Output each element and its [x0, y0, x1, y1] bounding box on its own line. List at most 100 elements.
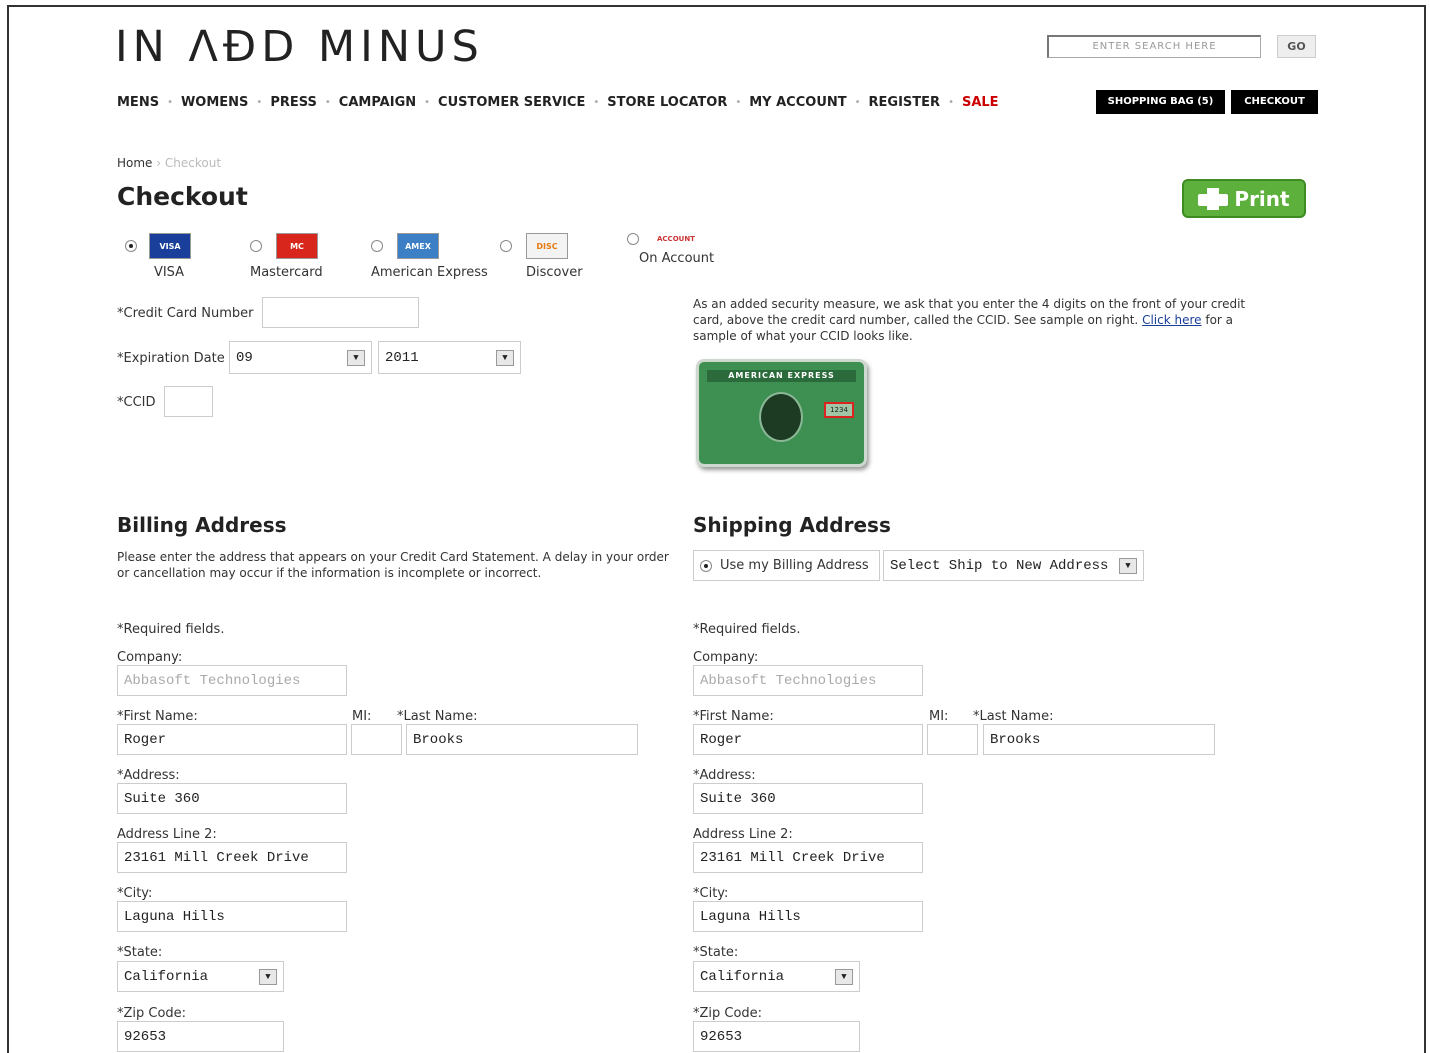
billing-address2-label: Address Line 2:: [117, 827, 217, 842]
billing-mi-input[interactable]: [351, 724, 402, 755]
shipping-address2-input[interactable]: 23161 Mill Creek Drive: [693, 842, 923, 873]
nav-separator: •: [324, 97, 331, 108]
amex-logo-icon: AMEX: [397, 233, 439, 259]
visa-logo-icon: VISA: [149, 233, 191, 259]
payment-option-on-account[interactable]: ACCOUNT On Account: [627, 233, 714, 266]
on-account-logo-icon: ACCOUNT: [657, 235, 695, 243]
shopping-bag-button[interactable]: SHOPPING BAG (5): [1096, 90, 1225, 114]
billing-address-input[interactable]: Suite 360: [117, 783, 347, 814]
shipping-address-input[interactable]: Suite 360: [693, 783, 923, 814]
nav-separator: •: [948, 97, 954, 108]
shipping-city-label: *City:: [693, 886, 729, 901]
payment-option-mastercard[interactable]: MC Mastercard: [250, 233, 323, 280]
billing-first-name-input[interactable]: Roger: [117, 724, 347, 755]
search-input[interactable]: ENTER SEARCH HERE: [1047, 35, 1261, 58]
nav-sale[interactable]: SALE: [962, 95, 999, 110]
visa-radio[interactable]: [125, 240, 137, 252]
payment-option-discover[interactable]: DISC Discover: [500, 233, 583, 280]
shipping-state-value: California: [700, 968, 785, 985]
billing-last-name-label: *Last Name:: [397, 709, 478, 724]
ccid-sample-link[interactable]: Click here: [1142, 313, 1201, 327]
search-go-button[interactable]: GO: [1277, 35, 1316, 58]
shipping-first-name-label: *First Name:: [693, 709, 774, 724]
nav-separator: •: [256, 97, 263, 108]
billing-address2-input[interactable]: 23161 Mill Creek Drive: [117, 842, 347, 873]
amex-label: American Express: [371, 265, 488, 280]
billing-state-select[interactable]: California ▼: [117, 961, 284, 992]
main-nav: MENS • WOMENS • PRESS • CAMPAIGN • CUSTOMER …: [117, 95, 999, 110]
shipping-required-note: *Required fields.: [693, 622, 801, 637]
shipping-last-name-label: *Last Name:: [973, 709, 1054, 724]
card-number-label: *Credit Card Number: [117, 306, 254, 321]
nav-campaign[interactable]: CAMPAIGN: [339, 95, 416, 110]
nav-separator: •: [593, 97, 600, 108]
use-billing-address-option[interactable]: Use my Billing Address: [693, 550, 880, 581]
ccid-input[interactable]: [164, 386, 213, 417]
on-account-radio[interactable]: [627, 233, 639, 245]
amex-sample-card-image: AMERICAN EXPRESS 1234: [696, 359, 867, 467]
billing-company-input[interactable]: Abbasoft Technologies: [117, 665, 347, 696]
shipping-mi-input[interactable]: [927, 724, 978, 755]
ccid-label: *CCID: [117, 395, 156, 410]
billing-city-input[interactable]: Laguna Hills: [117, 901, 347, 932]
chevron-down-icon: ▼: [347, 349, 365, 366]
site-logo[interactable]: IN ΛÐD MINUS: [115, 22, 484, 72]
nav-mens[interactable]: MENS: [117, 95, 159, 110]
print-label: Print: [1234, 186, 1290, 211]
centurion-icon: [759, 392, 803, 442]
billing-zip-input[interactable]: 92653: [117, 1021, 284, 1052]
exp-month-select[interactable]: 09 ▼: [229, 341, 372, 374]
checkout-button[interactable]: CHECKOUT: [1231, 90, 1318, 114]
shipping-company-input[interactable]: Abbasoft Technologies: [693, 665, 923, 696]
nav-register[interactable]: REGISTER: [869, 95, 941, 110]
billing-last-name-input[interactable]: Brooks: [406, 724, 638, 755]
exp-year-value: 2011: [385, 349, 419, 366]
shipping-zip-label: *Zip Code:: [693, 1006, 763, 1021]
on-account-label: On Account: [639, 251, 715, 266]
exp-year-select[interactable]: 2011 ▼: [378, 341, 521, 374]
ship-to-address-value: Select Ship to New Address: [890, 557, 1109, 574]
nav-customer-service[interactable]: CUSTOMER SERVICE: [438, 95, 585, 110]
breadcrumb-current: Checkout: [164, 156, 222, 170]
mastercard-logo-icon: MC: [276, 233, 318, 259]
shipping-address-label: *Address:: [693, 768, 756, 783]
billing-first-name-label: *First Name:: [117, 709, 198, 724]
page-title: Checkout: [117, 182, 248, 211]
billing-state-label: *State:: [117, 945, 163, 960]
mastercard-radio[interactable]: [250, 240, 262, 252]
exp-month-value: 09: [236, 349, 253, 366]
use-billing-label: Use my Billing Address: [720, 558, 869, 573]
shipping-zip-input[interactable]: 92653: [693, 1021, 860, 1052]
discover-radio[interactable]: [500, 240, 512, 252]
shipping-city-input[interactable]: Laguna Hills: [693, 901, 923, 932]
nav-womens[interactable]: WOMENS: [181, 95, 248, 110]
nav-press[interactable]: PRESS: [270, 95, 317, 110]
chevron-down-icon: ▼: [835, 968, 853, 985]
nav-separator: •: [735, 97, 742, 108]
print-button[interactable]: Print: [1182, 179, 1306, 218]
chevron-down-icon: ▼: [259, 968, 277, 985]
shipping-last-name-input[interactable]: Brooks: [983, 724, 1215, 755]
breadcrumb-home[interactable]: Home: [117, 156, 152, 170]
nav-my-account[interactable]: MY ACCOUNT: [749, 95, 846, 110]
payment-option-visa[interactable]: VISA VISA: [125, 233, 191, 280]
shipping-first-name-input[interactable]: Roger: [693, 724, 923, 755]
amex-card-band: AMERICAN EXPRESS: [707, 370, 856, 382]
shipping-state-select[interactable]: California ▼: [693, 961, 860, 992]
visa-label: VISA: [153, 265, 185, 280]
chevron-down-icon: ▼: [1119, 557, 1137, 574]
billing-state-value: California: [124, 968, 209, 985]
card-number-input[interactable]: [262, 297, 419, 328]
billing-title: Billing Address: [117, 513, 287, 537]
billing-city-label: *City:: [117, 886, 153, 901]
nav-separator: •: [854, 97, 861, 108]
use-billing-radio[interactable]: [700, 559, 712, 572]
billing-zip-label: *Zip Code:: [117, 1006, 187, 1021]
ship-to-address-select[interactable]: Select Ship to New Address ▼: [883, 550, 1144, 581]
nav-store-locator[interactable]: STORE LOCATOR: [607, 95, 727, 110]
nav-separator: •: [167, 97, 173, 108]
chevron-down-icon: ▼: [496, 349, 514, 366]
payment-option-amex[interactable]: AMEX American Express: [371, 233, 488, 280]
billing-company-label: Company:: [117, 650, 183, 665]
amex-radio[interactable]: [371, 240, 383, 252]
